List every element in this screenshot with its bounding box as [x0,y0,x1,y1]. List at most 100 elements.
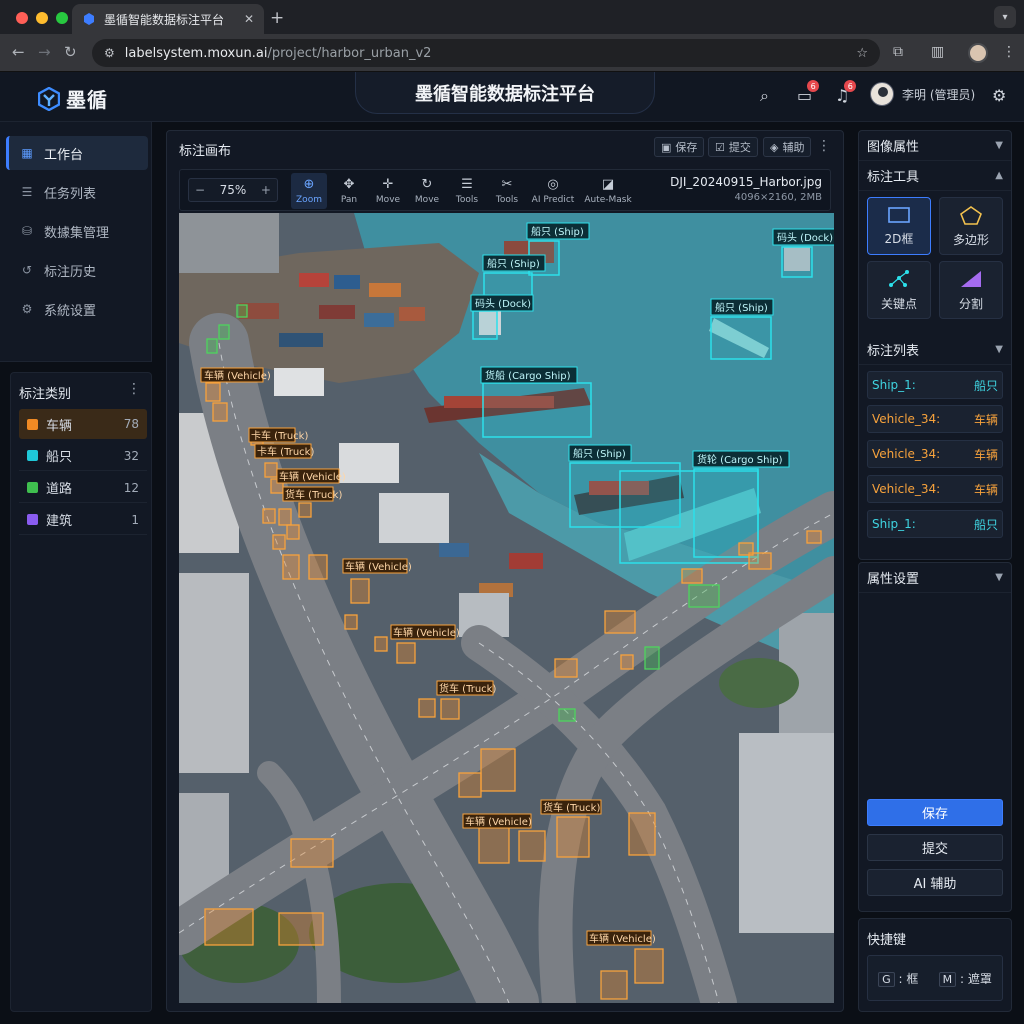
zoom-in-button[interactable]: + [261,183,271,197]
category-panel-title: 标注类别 [19,387,72,402]
building-right [739,733,834,933]
tool-sliders[interactable]: ☰ Tools [449,173,485,209]
bbox-cargo-ship-1[interactable] [482,382,592,438]
tool-auto-mask[interactable]: ◪ Aute-Mask [582,173,634,209]
category-name: 道路 [46,482,73,497]
messages-badge: 6 [807,80,820,92]
sidebar-item-settings[interactable]: ⚙ 系統设置 [6,292,148,326]
messages-icon[interactable]: ▭ 6 [797,80,820,105]
close-window-button[interactable] [16,12,28,24]
back-arrow-icon[interactable]: ← [12,43,25,61]
app-logo[interactable]: 墨循 [38,84,108,113]
label-vehicle: 车辆 (Vehicle) [586,930,656,946]
tool-move[interactable]: ✛ Move [370,173,406,209]
logo-mark-icon [38,86,60,111]
polygon-icon [960,205,982,225]
building-tower [179,573,249,773]
extensions-icon[interactable]: ⧉ [893,44,903,60]
wand-icon: ✂ [501,177,513,192]
tool-zoom[interactable]: ⊕ Zoom [291,173,327,209]
aerial-harbor-image[interactable]: 船只 (Ship) 码头 (Dock) 船只 (Ship) 码头 (Dock) … [179,213,834,1003]
annotation-list-header[interactable]: 标注列表 ▼ [859,335,1011,365]
list-item[interactable]: Vehicle_34: 车辆 [867,475,1003,503]
sidebar-item-datasets[interactable]: ⛁ 数據集管理 [6,214,148,248]
list-item[interactable]: Vehicle_34: 车辆 [867,405,1003,433]
zoom-control[interactable]: − 75% + [188,178,278,202]
svg-text:车辆 (Vehicle): 车辆 (Vehicle) [589,932,656,945]
tool-segment[interactable]: 分割 [939,261,1003,319]
search-icon[interactable]: ⌕ [760,86,769,106]
list-item[interactable]: Ship_1: 船只 [867,371,1003,399]
category-item-vehicle[interactable]: 车辆 78 [19,409,147,439]
annotation-image[interactable]: 船只 (Ship) 码头 (Dock) 船只 (Ship) 码头 (Dock) … [179,213,834,1003]
maximize-window-button[interactable] [56,12,68,24]
zoom-icon: ⊕ [303,177,315,192]
tool-move-redo[interactable]: ↻ Move [409,173,445,209]
image-properties-header[interactable]: 图像属性 ▼ [859,131,1011,161]
zoom-out-button[interactable]: − [195,183,205,197]
database-icon: ⛁ [21,224,33,238]
sidebar-item-label: 数據集管理 [44,225,110,241]
category-panel: 标注类别 ⋮ 车辆 78 船只 32 道路 12 建筑 1 [10,372,152,1012]
label-vehicle: 车辆 (Vehicle) [276,468,346,484]
tab-search-button[interactable]: ▾ [994,6,1016,28]
browser-menu-icon[interactable]: ⋮ [1002,44,1016,60]
submit-button[interactable]: 提交 [867,834,1003,861]
bbox-ship-right[interactable] [710,316,772,360]
properties-header[interactable]: 属性设置 ▼ [859,563,1011,593]
category-item-road[interactable]: 道路 12 [19,473,147,503]
tool-wand[interactable]: ✂ Tools [489,173,525,209]
label-dock-top-right: 码头 (Dock) [772,228,834,246]
gear-icon[interactable]: ⚙ [992,86,1006,105]
sidebar-item-history[interactable]: ↺ 标注历史 [6,253,148,287]
site-info-icon[interactable]: ⚙ [104,46,115,60]
bell-icon[interactable]: ♫ 6 [835,80,857,105]
label-cargo-ship-2: 货轮 (Cargo Ship) [692,450,790,468]
user-menu[interactable]: 李明 (管理员) [870,82,975,106]
category-item-building[interactable]: 建筑 1 [19,505,147,535]
side-panel-icon[interactable]: ▥ [931,44,944,60]
forward-arrow-icon[interactable]: → [38,43,51,61]
list-item[interactable]: Vehicle_34: 车辆 [867,440,1003,468]
url-bar[interactable]: ⚙ labelsystem.moxun.ai/project/harbor_ur… [92,39,880,67]
ai-assist-button[interactable]: AI 辅助 [867,869,1003,896]
sidebar-item-label: 工作台 [44,147,84,163]
bbox-dock-right[interactable] [781,246,813,278]
browser-tab-bar: 墨循智能数据标注平台 ✕ + ▾ [0,0,1024,34]
tool-pan[interactable]: ✥ Pan [331,173,367,209]
assist-button[interactable]: ◈ 辅助 [763,137,812,157]
tool-keypoint[interactable]: 关键点 [867,261,931,319]
more-options-icon[interactable]: ⋮ [127,381,141,397]
reload-icon[interactable]: ↻ [64,43,77,61]
bookmark-star-icon[interactable]: ☆ [856,46,868,61]
category-name: 车辆 [46,418,73,434]
chevron-down-icon: ▼ [995,344,1003,355]
list-item[interactable]: Ship_1: 船只 [867,510,1003,538]
mask-icon: ◪ [601,177,615,192]
close-tab-icon[interactable]: ✕ [244,12,254,26]
browser-tab[interactable]: 墨循智能数据标注平台 ✕ [72,4,264,34]
chevron-down-icon: ▼ [995,572,1003,583]
minimize-window-button[interactable] [36,12,48,24]
category-name: 船只 [46,450,73,465]
chevron-up-icon: ▲ [995,170,1003,181]
browser-profile-avatar[interactable] [968,43,988,63]
svg-text:码头 (Dock): 码头 (Dock) [777,232,833,244]
save-button[interactable]: 保存 [867,799,1003,826]
svg-text:车辆 (Vehicle): 车辆 (Vehicle) [204,369,271,382]
new-tab-button[interactable]: + [270,8,284,28]
more-options-icon[interactable]: ⋮ [817,138,831,154]
sidebar-item-tasks[interactable]: ☰ 任务列表 [6,175,148,209]
annotation-tools-header[interactable]: 标注工具 ▲ [859,161,1011,191]
sidebar-item-label: 系統设置 [44,303,97,319]
tool-polygon[interactable]: 多边形 [939,197,1003,255]
tool-bbox-2d[interactable]: 2D框 [867,197,931,255]
sidebar-item-workbench[interactable]: ▦ 工作台 [6,136,148,170]
label-vehicle: 车辆 (Vehicle) [390,624,460,640]
tool-ai-predict[interactable]: ◎ AI Predict [529,173,577,209]
save-button[interactable]: ▣ 保存 [654,137,705,157]
category-item-ship[interactable]: 船只 32 [19,441,147,471]
submit-button[interactable]: ☑ 提交 [708,137,758,157]
bbox-dock-mid[interactable] [472,310,498,340]
label-truck: 货车 (Truck) [282,486,342,502]
